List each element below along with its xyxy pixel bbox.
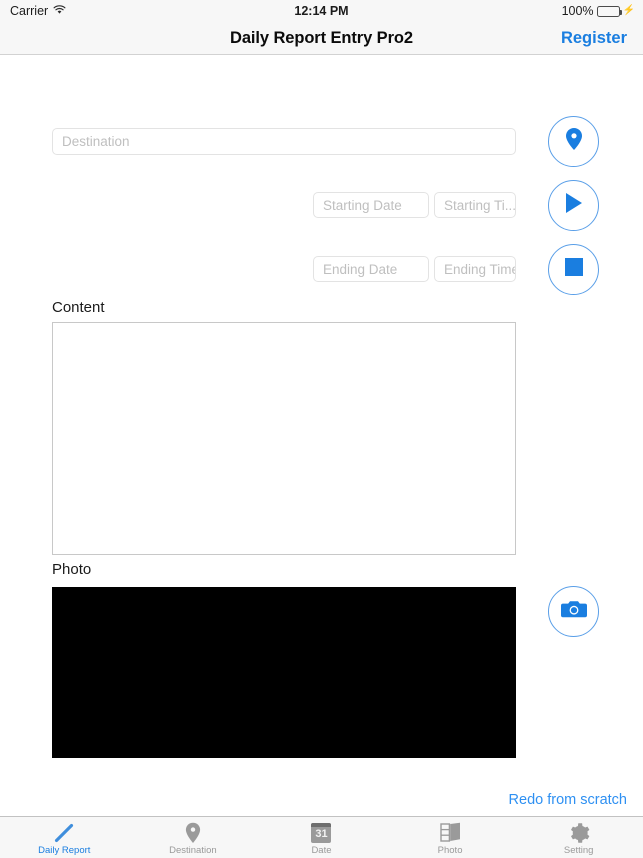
stop-button[interactable] (548, 244, 599, 295)
camera-icon (561, 599, 587, 624)
tab-date[interactable]: 31 Date (257, 817, 386, 858)
tab-daily-report[interactable]: Daily Report (0, 817, 129, 858)
start-button[interactable] (548, 180, 599, 231)
tab-setting[interactable]: Setting (514, 817, 643, 858)
location-button[interactable] (548, 116, 599, 167)
status-bar-clock: 12:14 PM (0, 4, 643, 18)
calendar-icon: 31 (311, 821, 331, 844)
charging-bolt-icon: ⚡ (623, 6, 635, 16)
tab-label-setting: Setting (564, 845, 594, 856)
register-button[interactable]: Register (561, 22, 627, 55)
battery-icon (597, 6, 620, 17)
tab-label-daily-report: Daily Report (38, 845, 90, 856)
form-canvas: Destination Starting Date Starting Ti...… (0, 56, 643, 816)
status-bar-right: 100% ⚡ (562, 4, 635, 18)
content-textarea[interactable] (52, 322, 516, 555)
photo-book-icon (440, 821, 461, 844)
ending-date-input[interactable]: Ending Date (313, 256, 429, 282)
starting-time-input[interactable]: Starting Ti... (434, 192, 516, 218)
tab-label-date: Date (311, 845, 331, 856)
starting-date-input[interactable]: Starting Date (313, 192, 429, 218)
redo-from-scratch-link[interactable]: Redo from scratch (509, 792, 627, 808)
content-label: Content (52, 299, 105, 316)
navigation-bar: Daily Report Entry Pro2 Register (0, 22, 643, 55)
tab-destination[interactable]: Destination (129, 817, 258, 858)
play-icon (564, 192, 584, 219)
gear-icon (568, 821, 590, 844)
location-pin-icon (565, 127, 583, 156)
status-bar: Carrier 12:14 PM 100% ⚡ (0, 0, 643, 22)
battery-percent-label: 100% (562, 4, 594, 18)
tab-photo[interactable]: Photo (386, 817, 515, 858)
tab-label-destination: Destination (169, 845, 217, 856)
map-pin-icon (185, 821, 201, 844)
stop-square-icon (564, 257, 584, 282)
page-title: Daily Report Entry Pro2 (0, 22, 643, 55)
tab-bar: Daily Report Destination 31 Date (0, 816, 643, 858)
destination-input[interactable]: Destination (52, 128, 516, 155)
ending-time-input[interactable]: Ending Time (434, 256, 516, 282)
camera-button[interactable] (548, 586, 599, 637)
tab-label-photo: Photo (438, 845, 463, 856)
calendar-day-number: 31 (311, 827, 331, 843)
photo-preview[interactable] (52, 587, 516, 758)
app-root: Carrier 12:14 PM 100% ⚡ Daily Report Ent… (0, 0, 643, 858)
photo-label: Photo (52, 561, 91, 578)
pencil-icon (53, 821, 75, 844)
